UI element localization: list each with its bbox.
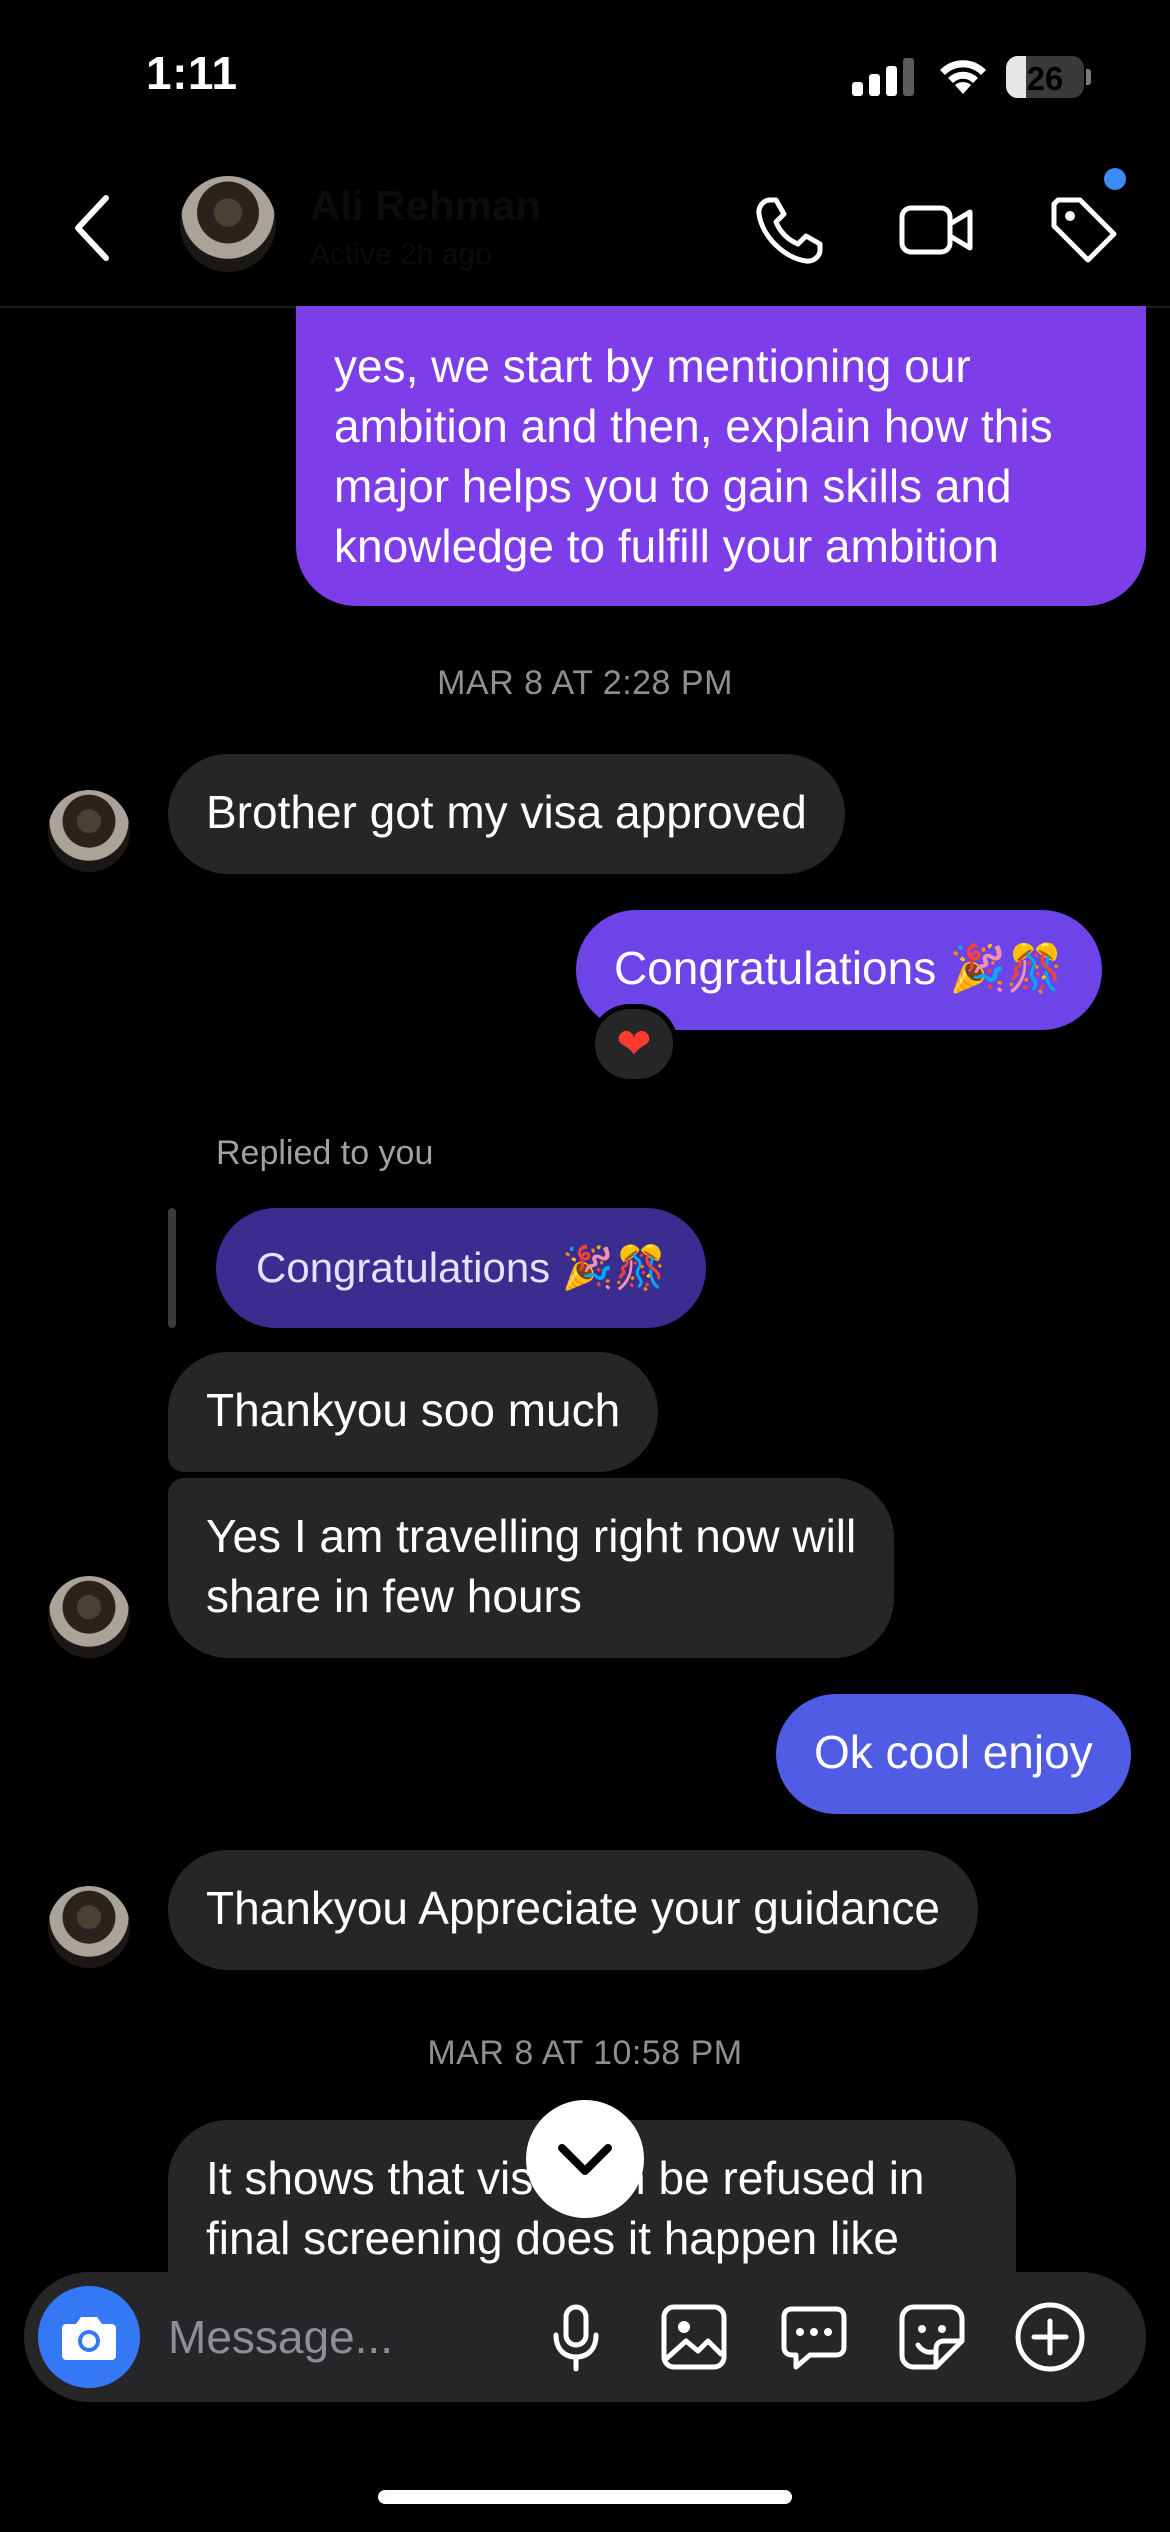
battery-indicator: 26 [1006, 56, 1084, 98]
battery-percent: 26 [1026, 60, 1064, 97]
message-input[interactable] [168, 2306, 528, 2368]
message-composer [24, 2272, 1146, 2402]
sender-avatar[interactable] [48, 1886, 130, 1968]
sender-avatar[interactable] [48, 790, 130, 872]
home-indicator[interactable] [378, 2490, 792, 2504]
reply-indicator-bar [168, 1208, 176, 1328]
cellular-signal-icon [852, 58, 914, 96]
status-bar: 1:11 26 [0, 0, 1170, 150]
plus-icon[interactable] [1010, 2297, 1090, 2377]
quoted-message[interactable]: Congratulations 🎉🎊 [216, 1208, 707, 1328]
timestamp: MAR 8 AT 10:58 PM [427, 2034, 743, 2072]
message-bubble-received[interactable]: Thankyou Appreciate your guidance [168, 1850, 978, 1970]
message-bubble-received[interactable]: Thankyou soo much [168, 1352, 659, 1472]
contact-name[interactable]: Ali Rehman [310, 182, 541, 230]
tag-icon[interactable] [1044, 190, 1124, 270]
back-icon[interactable] [64, 188, 124, 268]
phone-icon[interactable] [750, 190, 830, 270]
scroll-to-bottom-button[interactable] [526, 2100, 644, 2218]
heart-reaction-icon[interactable]: ❤ [590, 1004, 678, 1084]
battery-tip [1086, 69, 1091, 85]
chat-header: Ali Rehman Active 2h ago [0, 150, 1170, 308]
contact-status: Active 2h ago [310, 238, 492, 271]
gallery-icon[interactable] [654, 2297, 734, 2377]
camera-icon[interactable] [38, 2286, 140, 2388]
reply-label: Replied to you [216, 1134, 434, 1172]
message-bubble-sent[interactable]: yes, we start by mentioning our ambition… [296, 306, 1146, 606]
video-call-icon[interactable] [896, 190, 976, 270]
microphone-icon[interactable] [536, 2297, 616, 2377]
status-time: 1:11 [146, 47, 238, 99]
message-bubble-received[interactable]: Yes I am travelling right now will share… [168, 1478, 895, 1658]
sender-avatar[interactable] [48, 1576, 130, 1658]
message-bubble-received[interactable]: Brother got my visa approved [168, 754, 845, 874]
sticker-icon[interactable] [892, 2297, 972, 2377]
chat-bubble-icon[interactable] [774, 2297, 854, 2377]
wifi-icon [940, 60, 986, 94]
notification-dot [1104, 168, 1126, 190]
message-bubble-sent[interactable]: Ok cool enjoy [776, 1694, 1131, 1814]
timestamp: MAR 8 AT 2:28 PM [437, 664, 733, 702]
contact-avatar[interactable] [180, 176, 276, 272]
